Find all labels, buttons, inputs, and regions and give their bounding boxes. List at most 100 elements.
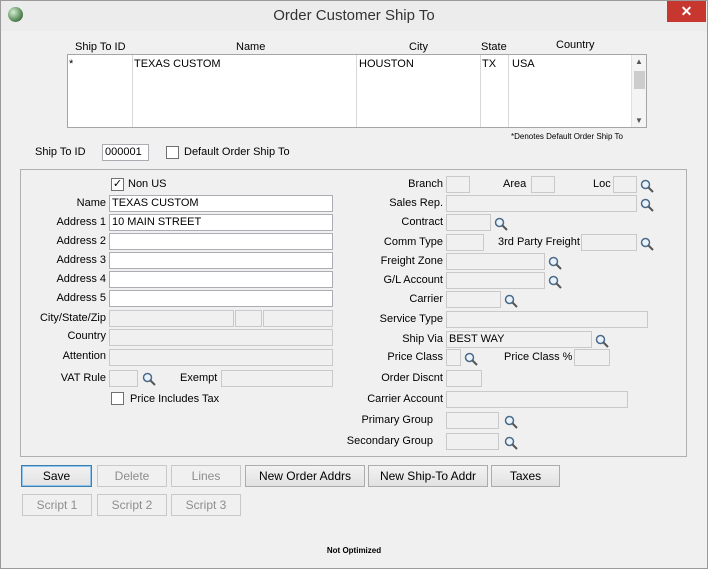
secondary-group-field[interactable] bbox=[446, 433, 499, 450]
cell-name: TEXAS CUSTOM bbox=[134, 58, 221, 70]
comm-type-field[interactable] bbox=[446, 234, 484, 251]
ship-via-label: Ship Via bbox=[402, 333, 443, 345]
third-party-freight-field[interactable] bbox=[581, 234, 637, 251]
vat-rule-field[interactable] bbox=[109, 370, 138, 387]
dialog-window: Order Customer Ship To ✕ Ship To ID Name… bbox=[0, 0, 708, 569]
scroll-thumb[interactable] bbox=[634, 71, 645, 89]
cell-country: USA bbox=[512, 58, 535, 70]
lines-button[interactable]: Lines bbox=[171, 465, 241, 487]
name-label: Name bbox=[76, 197, 106, 209]
exempt-field[interactable] bbox=[221, 370, 333, 387]
loc-field[interactable] bbox=[613, 176, 637, 193]
sales-rep-magnifier-icon[interactable] bbox=[640, 198, 654, 212]
ship-to-id-label: Ship To ID bbox=[35, 146, 86, 158]
state-field[interactable] bbox=[235, 310, 262, 327]
address2-label: Address 2 bbox=[56, 235, 106, 247]
order-discount-field[interactable] bbox=[446, 370, 482, 387]
save-button[interactable]: Save bbox=[21, 465, 92, 487]
area-field[interactable] bbox=[531, 176, 555, 193]
price-class-label: Price Class bbox=[387, 351, 443, 363]
secondary-group-magnifier-icon[interactable] bbox=[504, 436, 518, 450]
default-note: *Denotes Default Order Ship To bbox=[511, 132, 623, 141]
col-header-city[interactable]: City bbox=[409, 41, 428, 53]
third-party-magnifier-icon[interactable] bbox=[640, 237, 654, 251]
address2-field[interactable] bbox=[109, 233, 333, 250]
carrier-account-field[interactable] bbox=[446, 391, 628, 408]
cell-ship-to-id: * bbox=[69, 58, 74, 70]
col-header-name[interactable]: Name bbox=[236, 41, 265, 53]
sales-rep-label: Sales Rep. bbox=[389, 197, 443, 209]
default-ship-to-checkbox[interactable] bbox=[166, 146, 179, 159]
service-type-field[interactable] bbox=[446, 311, 648, 328]
address1-label: Address 1 bbox=[56, 216, 106, 228]
sales-rep-field[interactable] bbox=[446, 195, 637, 212]
address1-field[interactable]: 10 MAIN STREET bbox=[109, 214, 333, 231]
address3-field[interactable] bbox=[109, 252, 333, 269]
price-includes-tax-checkbox[interactable] bbox=[111, 392, 124, 405]
col-header-ship-to-id[interactable]: Ship To ID bbox=[75, 41, 126, 53]
contract-magnifier-icon[interactable] bbox=[494, 217, 508, 231]
loc-label: Loc bbox=[593, 178, 611, 190]
window-title: Order Customer Ship To bbox=[273, 7, 435, 24]
secondary-group-label: Secondary Group bbox=[346, 435, 433, 447]
delete-button[interactable]: Delete bbox=[97, 465, 167, 487]
vat-rule-label: VAT Rule bbox=[60, 372, 106, 384]
attention-label: Attention bbox=[62, 350, 106, 362]
contract-label: Contract bbox=[401, 216, 443, 228]
gl-account-magnifier-icon[interactable] bbox=[548, 275, 562, 289]
script3-button[interactable]: Script 3 bbox=[171, 494, 241, 516]
ship-to-id-field[interactable]: 000001 bbox=[102, 144, 149, 161]
ship-via-magnifier-icon[interactable] bbox=[595, 334, 609, 348]
grid-scrollbar[interactable]: ▲ ▼ bbox=[631, 55, 646, 127]
freight-zone-magnifier-icon[interactable] bbox=[548, 256, 562, 270]
country-label: Country bbox=[67, 330, 106, 342]
taxes-button[interactable]: Taxes bbox=[491, 465, 560, 487]
gl-account-label: G/L Account bbox=[383, 274, 443, 286]
gl-account-field[interactable] bbox=[446, 272, 545, 289]
primary-group-field[interactable] bbox=[446, 412, 499, 429]
address4-label: Address 4 bbox=[56, 273, 106, 285]
vat-rule-magnifier-icon[interactable] bbox=[142, 372, 156, 386]
script2-button[interactable]: Script 2 bbox=[97, 494, 167, 516]
price-class-field[interactable] bbox=[446, 349, 461, 366]
name-field[interactable]: TEXAS CUSTOM bbox=[109, 195, 333, 212]
price-class-pct-field[interactable] bbox=[574, 349, 610, 366]
status-text: Not Optimized bbox=[326, 546, 382, 555]
dialog-body: Ship To ID Name City State Country * TEX… bbox=[9, 31, 699, 561]
ship-via-field[interactable]: BEST WAY bbox=[446, 331, 592, 348]
city-field[interactable] bbox=[109, 310, 234, 327]
price-class-magnifier-icon[interactable] bbox=[464, 352, 478, 366]
carrier-field[interactable] bbox=[446, 291, 501, 308]
non-us-checkbox[interactable]: ✓ bbox=[111, 178, 124, 191]
address5-label: Address 5 bbox=[56, 292, 106, 304]
address5-field[interactable] bbox=[109, 290, 333, 307]
city-state-zip-label: City/State/Zip bbox=[39, 312, 106, 324]
new-order-addrs-button[interactable]: New Order Addrs bbox=[245, 465, 365, 487]
price-includes-tax-label: Price Includes Tax bbox=[130, 393, 220, 405]
scroll-down-icon[interactable]: ▼ bbox=[635, 116, 643, 125]
script1-button[interactable]: Script 1 bbox=[22, 494, 92, 516]
col-header-country[interactable]: Country bbox=[556, 39, 595, 51]
address4-field[interactable] bbox=[109, 271, 333, 288]
default-ship-to-label: Default Order Ship To bbox=[184, 146, 290, 158]
contract-field[interactable] bbox=[446, 214, 491, 231]
col-header-state[interactable]: State bbox=[481, 41, 507, 53]
area-label: Area bbox=[503, 178, 527, 190]
address3-label: Address 3 bbox=[56, 254, 106, 266]
branch-label: Branch bbox=[408, 178, 443, 190]
carrier-account-label: Carrier Account bbox=[367, 393, 443, 405]
primary-group-magnifier-icon[interactable] bbox=[504, 415, 518, 429]
comm-type-label: Comm Type bbox=[383, 236, 443, 248]
close-button[interactable]: ✕ bbox=[667, 1, 706, 22]
grid-col bbox=[68, 55, 133, 127]
carrier-magnifier-icon[interactable] bbox=[504, 294, 518, 308]
branch-field[interactable] bbox=[446, 176, 470, 193]
attention-field[interactable] bbox=[109, 349, 333, 366]
new-ship-to-addr-button[interactable]: New Ship-To Addr bbox=[368, 465, 488, 487]
freight-zone-field[interactable] bbox=[446, 253, 545, 270]
scroll-up-icon[interactable]: ▲ bbox=[635, 57, 643, 66]
country-field[interactable] bbox=[109, 329, 333, 346]
zip-field[interactable] bbox=[263, 310, 333, 327]
loc-magnifier-icon[interactable] bbox=[640, 179, 654, 193]
ship-to-grid[interactable]: * TEXAS CUSTOM HOUSTON TX USA ▲ ▼ bbox=[67, 54, 647, 128]
